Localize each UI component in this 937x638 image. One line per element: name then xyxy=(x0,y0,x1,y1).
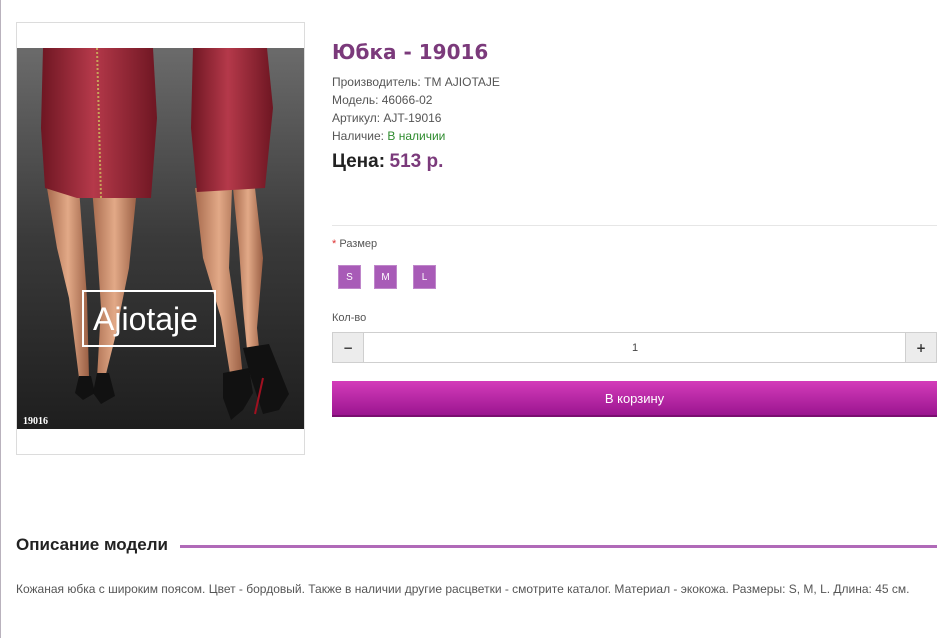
description-title-rule xyxy=(180,545,937,548)
availability-label: Наличие: xyxy=(332,129,385,143)
price-label: Цена: xyxy=(332,151,386,172)
product-title: Юбка - 19016 xyxy=(332,40,489,64)
page-left-border xyxy=(0,0,1,638)
sku-value: AJT-19016 xyxy=(383,111,442,125)
size-label: * Размер xyxy=(332,238,377,250)
quantity-stepper: − + xyxy=(332,332,937,363)
required-mark: * xyxy=(332,238,337,250)
quantity-decrease-button[interactable]: − xyxy=(333,333,364,362)
description-title: Описание модели xyxy=(16,535,174,555)
product-photo[interactable]: Ajiotaje 19016 xyxy=(17,48,304,429)
price-block: Цена: 513 р. xyxy=(332,151,443,173)
model-value: 46066-02 xyxy=(381,93,433,107)
size-option-l[interactable]: L xyxy=(413,265,436,289)
model-label: Модель: xyxy=(332,93,379,107)
model-row: Модель: 46066-02 xyxy=(332,91,500,109)
availability-row: Наличие: В наличии xyxy=(332,127,500,145)
manufacturer-label: Производитель: xyxy=(332,75,421,89)
description-text: Кожаная юбка с широким поясом. Цвет - бо… xyxy=(16,582,910,596)
sku-label: Артикул: xyxy=(332,111,381,125)
product-info: Производитель: ТМ AJIOTAJE Модель: 46066… xyxy=(332,73,500,145)
size-option-m[interactable]: M xyxy=(374,265,397,289)
quantity-input[interactable] xyxy=(364,333,906,362)
brand-logo-text: Ajiotaje xyxy=(93,301,198,337)
size-option-s[interactable]: S xyxy=(338,265,361,289)
options-divider xyxy=(332,225,937,226)
quantity-increase-button[interactable]: + xyxy=(905,333,936,362)
sku-row: Артикул: AJT-19016 xyxy=(332,109,500,127)
manufacturer-value[interactable]: ТМ AJIOTAJE xyxy=(424,75,500,89)
price-value: 513 р. xyxy=(389,151,444,172)
availability-value: В наличии xyxy=(387,129,446,143)
quantity-label: Кол-во xyxy=(332,312,367,324)
product-code-text: 19016 xyxy=(23,416,48,427)
manufacturer-row: Производитель: ТМ AJIOTAJE xyxy=(332,73,500,91)
add-to-cart-button[interactable]: В корзину xyxy=(332,381,937,417)
product-image-frame[interactable]: Ajiotaje 19016 xyxy=(16,22,305,455)
size-label-text: Размер xyxy=(339,238,378,250)
